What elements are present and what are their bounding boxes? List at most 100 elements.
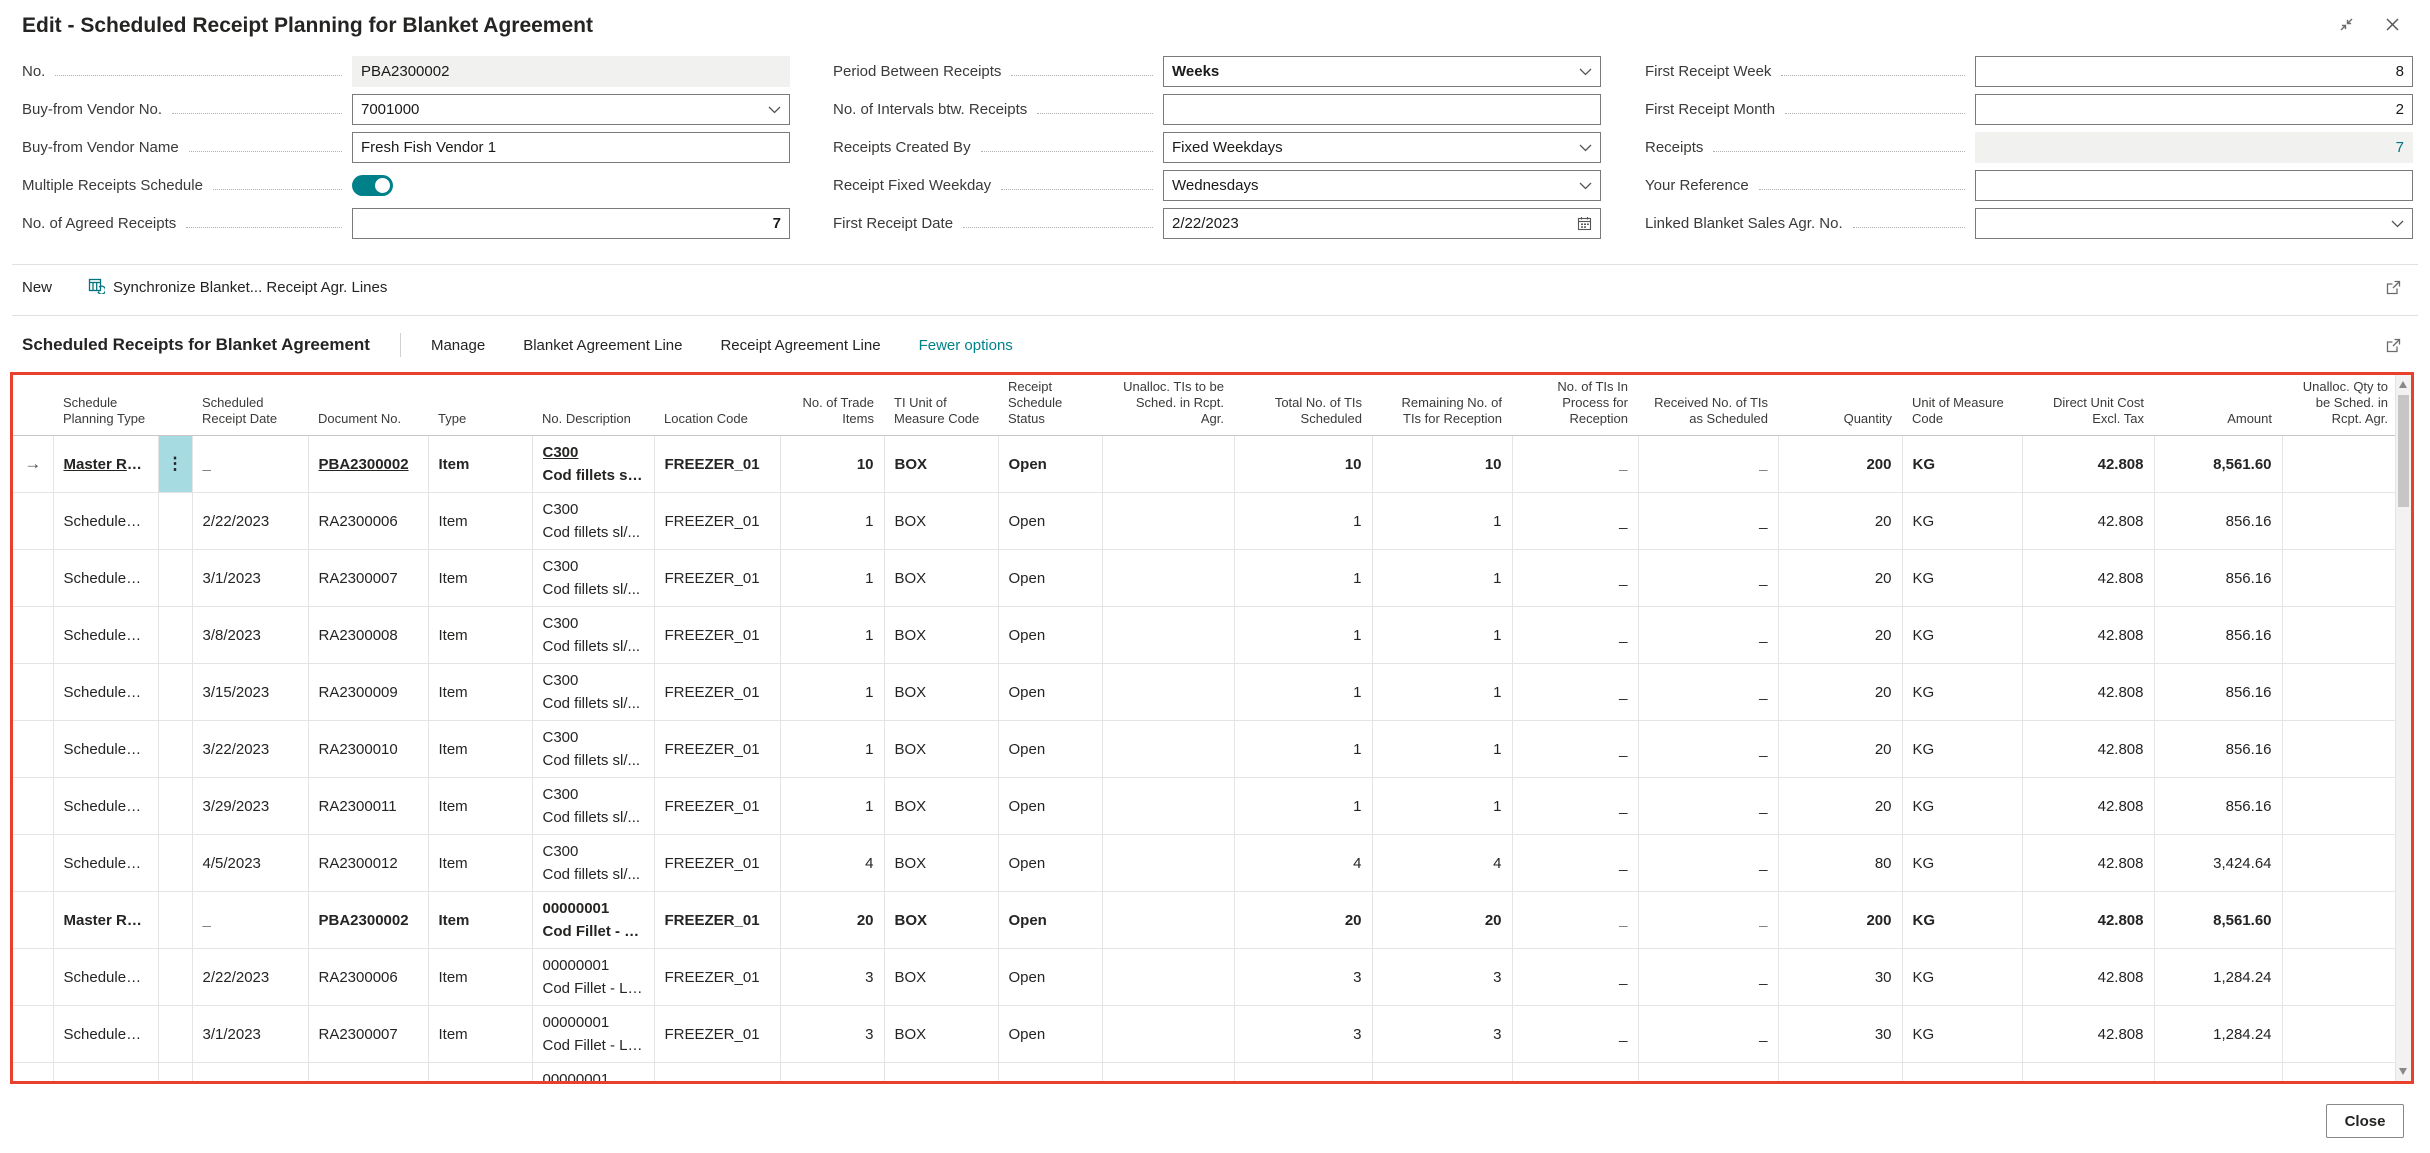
cell-planning_type[interactable]: Scheduled Re... bbox=[53, 949, 158, 1006]
cell-unalloc_qty[interactable] bbox=[2282, 835, 2398, 892]
cell-date[interactable]: 3/8/2023 bbox=[192, 607, 308, 664]
your-reference-input[interactable] bbox=[1975, 170, 2413, 201]
cell-planning_type[interactable]: Scheduled Re... bbox=[53, 1063, 158, 1082]
cell-loc[interactable]: FREEZER_01 bbox=[654, 664, 780, 721]
cell-ti_uom[interactable]: BOX bbox=[884, 892, 998, 949]
item-description[interactable]: Cod Fillet - Loin bbox=[543, 920, 644, 943]
cell-amount[interactable]: 856.16 bbox=[2154, 721, 2282, 778]
cell-uom[interactable]: KG bbox=[1902, 778, 2022, 835]
cell-in_process[interactable]: _ bbox=[1512, 892, 1638, 949]
cell-menu[interactable] bbox=[158, 835, 192, 892]
cell-qty[interactable]: 20 bbox=[1778, 607, 1902, 664]
cell-type[interactable]: Item bbox=[428, 493, 532, 550]
cell-ti_uom[interactable]: BOX bbox=[884, 493, 998, 550]
cell-trade[interactable]: 3 bbox=[780, 1006, 884, 1063]
cell-in_process[interactable]: _ bbox=[1512, 550, 1638, 607]
cell-menu[interactable] bbox=[158, 778, 192, 835]
cell-unalloc_tis[interactable] bbox=[1102, 892, 1234, 949]
cell-qty[interactable]: 200 bbox=[1778, 892, 1902, 949]
cell-doc[interactable]: PBA2300002 bbox=[308, 436, 428, 493]
cell-menu[interactable] bbox=[158, 664, 192, 721]
cell-trade[interactable]: 3 bbox=[780, 1063, 884, 1082]
cell-sel[interactable] bbox=[13, 721, 53, 778]
cell-desc[interactable]: 00000001Cod Fillet - Loin bbox=[532, 1006, 654, 1063]
cell-menu[interactable] bbox=[158, 721, 192, 778]
table-row[interactable]: Scheduled Re...3/15/2023RA2300009ItemC30… bbox=[13, 664, 2398, 721]
cell-qty[interactable]: 30 bbox=[1778, 1063, 1902, 1082]
scroll-up-icon[interactable] bbox=[2399, 381, 2407, 388]
cell-unalloc_qty[interactable] bbox=[2282, 949, 2398, 1006]
column-header-date[interactable]: Scheduled Receipt Date bbox=[192, 375, 308, 436]
cell-doc[interactable]: RA2300011 bbox=[308, 778, 428, 835]
cell-in_process[interactable]: _ bbox=[1512, 607, 1638, 664]
cell-cost[interactable]: 42.808 bbox=[2022, 835, 2154, 892]
cell-date[interactable]: 4/5/2023 bbox=[192, 835, 308, 892]
cell-loc[interactable]: FREEZER_01 bbox=[654, 1006, 780, 1063]
column-header-desc[interactable]: No. Description bbox=[532, 375, 654, 436]
cell-qty[interactable]: 30 bbox=[1778, 949, 1902, 1006]
cell-total[interactable]: 3 bbox=[1234, 1006, 1372, 1063]
cell-type[interactable]: Item bbox=[428, 664, 532, 721]
cell-uom[interactable]: KG bbox=[1902, 892, 2022, 949]
cell-remaining[interactable]: 10 bbox=[1372, 436, 1512, 493]
cell-ti_uom[interactable]: BOX bbox=[884, 949, 998, 1006]
cell-unalloc_qty[interactable] bbox=[2282, 721, 2398, 778]
cell-cost[interactable]: 42.808 bbox=[2022, 721, 2154, 778]
column-header-amount[interactable]: Amount bbox=[2154, 375, 2282, 436]
cell-doc[interactable]: RA2300008 bbox=[308, 607, 428, 664]
column-header-total[interactable]: Total No. of TIs Scheduled bbox=[1234, 375, 1372, 436]
cell-qty[interactable]: 20 bbox=[1778, 721, 1902, 778]
cell-planning_type[interactable]: Scheduled Re... bbox=[53, 550, 158, 607]
cell-total[interactable]: 1 bbox=[1234, 778, 1372, 835]
cell-received[interactable]: _ bbox=[1638, 778, 1778, 835]
cell-date[interactable]: 3/1/2023 bbox=[192, 1006, 308, 1063]
cell-cost[interactable]: 42.808 bbox=[2022, 664, 2154, 721]
cell-doc[interactable]: RA2300007 bbox=[308, 1006, 428, 1063]
cell-sel[interactable] bbox=[13, 778, 53, 835]
column-header-type[interactable]: Type bbox=[428, 375, 532, 436]
cell-planning_type[interactable]: Scheduled Re... bbox=[53, 835, 158, 892]
cell-unalloc_tis[interactable] bbox=[1102, 493, 1234, 550]
cell-total[interactable]: 1 bbox=[1234, 550, 1372, 607]
cell-in_process[interactable]: _ bbox=[1512, 1006, 1638, 1063]
cell-qty[interactable]: 200 bbox=[1778, 436, 1902, 493]
cell-desc[interactable]: 00000001Cod Fillet - Loin bbox=[532, 1063, 654, 1082]
chevron-down-icon[interactable] bbox=[1579, 144, 1592, 152]
cell-amount[interactable]: 8,561.60 bbox=[2154, 892, 2282, 949]
column-header-doc[interactable]: Document No. bbox=[308, 375, 428, 436]
cell-trade[interactable]: 1 bbox=[780, 721, 884, 778]
cell-trade[interactable]: 1 bbox=[780, 664, 884, 721]
cell-unalloc_tis[interactable] bbox=[1102, 436, 1234, 493]
cell-amount[interactable]: 856.16 bbox=[2154, 493, 2282, 550]
cell-total[interactable]: 10 bbox=[1234, 436, 1372, 493]
cell-remaining[interactable]: 3 bbox=[1372, 1063, 1512, 1082]
tab-manage[interactable]: Manage bbox=[431, 337, 485, 354]
close-window-icon[interactable] bbox=[2385, 17, 2400, 32]
cell-amount[interactable]: 1,284.24 bbox=[2154, 949, 2282, 1006]
chevron-down-icon[interactable] bbox=[1579, 68, 1592, 76]
cell-date[interactable]: _ bbox=[192, 436, 308, 493]
cell-menu[interactable] bbox=[158, 949, 192, 1006]
cell-remaining[interactable]: 1 bbox=[1372, 721, 1512, 778]
cell-menu[interactable] bbox=[158, 550, 192, 607]
cell-amount[interactable]: 856.16 bbox=[2154, 778, 2282, 835]
cell-trade[interactable]: 4 bbox=[780, 835, 884, 892]
chevron-down-icon[interactable] bbox=[2391, 220, 2404, 228]
cell-sel[interactable]: → bbox=[13, 436, 53, 493]
cell-desc[interactable]: C300Cod fillets sl/... bbox=[532, 835, 654, 892]
grid-scrollbar[interactable] bbox=[2395, 375, 2411, 1081]
cell-loc[interactable]: FREEZER_01 bbox=[654, 436, 780, 493]
table-row[interactable]: Scheduled Re...2/22/2023RA2300006ItemC30… bbox=[13, 493, 2398, 550]
cell-planning_type[interactable]: Scheduled Re... bbox=[53, 607, 158, 664]
cell-unalloc_tis[interactable] bbox=[1102, 949, 1234, 1006]
fewer-options-link[interactable]: Fewer options bbox=[919, 337, 1013, 354]
cell-total[interactable]: 3 bbox=[1234, 1063, 1372, 1082]
cell-desc[interactable]: C300Cod fillets sl/... bbox=[532, 721, 654, 778]
cell-doc[interactable]: RA2300009 bbox=[308, 664, 428, 721]
close-button[interactable]: Close bbox=[2326, 1104, 2404, 1138]
cell-sel[interactable] bbox=[13, 664, 53, 721]
cell-status[interactable]: Open bbox=[998, 949, 1102, 1006]
vendor-no-dropdown[interactable]: 7001000 bbox=[352, 94, 790, 125]
chevron-down-icon[interactable] bbox=[1579, 182, 1592, 190]
cell-sel[interactable] bbox=[13, 1063, 53, 1082]
